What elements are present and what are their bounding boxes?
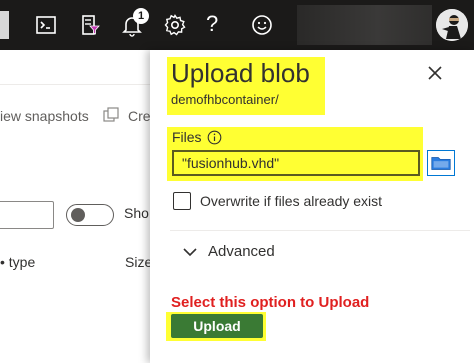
file-path-input[interactable]	[172, 150, 420, 176]
show-deleted-label: Sho	[124, 205, 149, 221]
gear-icon[interactable]	[163, 13, 187, 37]
files-label: Files	[172, 129, 202, 145]
close-icon[interactable]	[424, 62, 446, 84]
account-info-blurred[interactable]	[297, 5, 432, 45]
annotation-text: Select this option to Upload	[171, 294, 370, 311]
create-snapshot-button[interactable]: Cre	[128, 108, 151, 124]
copy-icon[interactable]	[102, 106, 120, 124]
avatar[interactable]	[436, 9, 468, 41]
toggle-knob	[71, 208, 85, 222]
advanced-label: Advanced	[208, 243, 275, 260]
top-bar: 1 ?	[0, 0, 474, 50]
smiley-icon[interactable]	[250, 13, 274, 37]
search-blobs-input[interactable]	[0, 201, 54, 229]
view-snapshots-button[interactable]: iew snapshots	[0, 108, 89, 124]
advanced-section-toggle[interactable]: Advanced	[170, 231, 470, 271]
upload-button[interactable]: Upload	[171, 314, 263, 338]
column-header-size[interactable]: Size	[125, 254, 152, 270]
search-box-edge[interactable]	[0, 11, 9, 39]
help-icon[interactable]: ?	[206, 10, 218, 38]
directory-filter-icon[interactable]	[78, 13, 102, 37]
chevron-down-icon	[182, 245, 198, 257]
overwrite-checkbox[interactable]	[173, 192, 191, 210]
column-header-type[interactable]: • type	[0, 254, 35, 270]
toolbar-divider	[0, 84, 150, 85]
info-icon[interactable]	[207, 130, 222, 145]
show-deleted-toggle[interactable]	[66, 204, 114, 226]
notification-badge: 1	[133, 8, 149, 24]
browse-folder-icon[interactable]	[427, 150, 455, 176]
cloud-shell-icon[interactable]	[34, 13, 58, 37]
container-path: demofhbcontainer/	[171, 92, 279, 107]
panel-title: Upload blob	[171, 58, 310, 88]
type-header-text: type	[8, 254, 36, 270]
overwrite-label: Overwrite if files already exist	[200, 193, 383, 209]
